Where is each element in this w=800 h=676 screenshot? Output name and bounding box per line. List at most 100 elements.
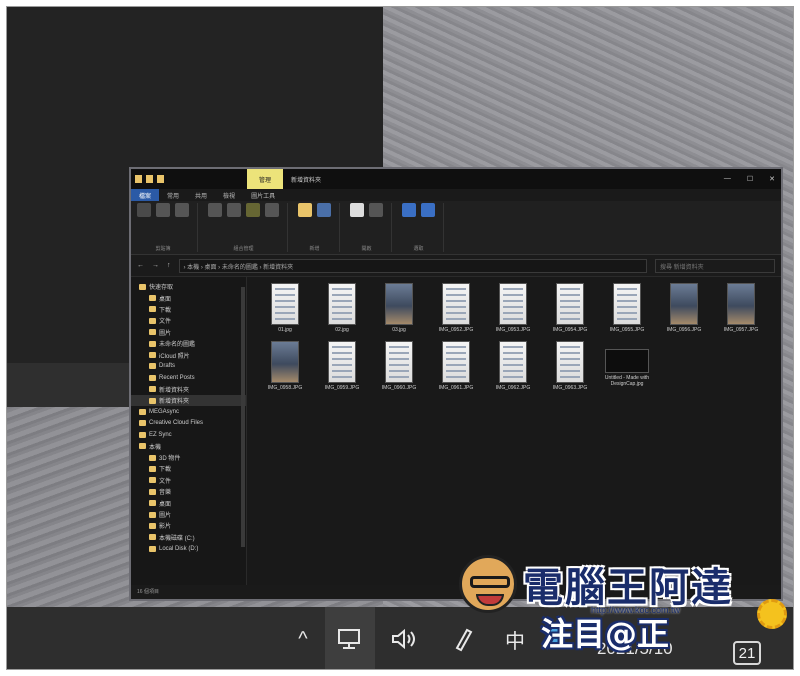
network-icon[interactable] <box>325 607 375 669</box>
nav-item[interactable]: 本機磁碟 (C:) <box>131 532 246 543</box>
copy-to-icon[interactable] <box>227 203 241 217</box>
properties-icon[interactable] <box>350 203 364 217</box>
ribbon-group-label: 新增 <box>309 246 320 252</box>
folder-icon <box>149 363 156 370</box>
input-method-indicator[interactable]: 中 <box>495 607 535 669</box>
new-folder-icon[interactable] <box>298 203 312 217</box>
select-none-icon[interactable] <box>421 203 435 217</box>
select-all-icon[interactable] <box>402 203 416 217</box>
file-item[interactable]: IMG_0962.JPG <box>489 341 537 391</box>
quick-access-icon[interactable] <box>157 175 164 183</box>
nav-item[interactable]: 桌面 <box>131 497 246 508</box>
notification-badge[interactable]: 21 <box>733 641 761 665</box>
nav-item[interactable]: 下載 <box>131 304 246 315</box>
file-item[interactable]: IMG_0959.JPG <box>318 341 366 391</box>
paste-icon[interactable] <box>175 203 189 217</box>
file-thumbnail <box>727 283 755 325</box>
nav-item[interactable]: Creative Cloud Files <box>131 418 246 429</box>
manage-badge[interactable]: 管理 <box>247 169 283 189</box>
tab-picture-tools[interactable]: 圖片工具 <box>243 189 283 201</box>
nav-item[interactable]: Local Disk (D:) <box>131 543 246 554</box>
up-icon[interactable]: ↑ <box>167 262 171 269</box>
address-path[interactable]: › 本機 › 桌面 › 未命名的圖鑑 › 新增資料夾 <box>178 258 647 273</box>
open-icon[interactable] <box>369 203 383 217</box>
maximize-icon[interactable]: ☐ <box>747 175 753 183</box>
file-item[interactable]: IMG_0961.JPG <box>432 341 480 391</box>
file-item[interactable]: IMG_0958.JPG <box>261 341 309 391</box>
tab-home[interactable]: 常用 <box>159 189 187 201</box>
search-input[interactable]: 搜尋 新增資料夾 <box>655 258 775 273</box>
file-name: IMG_0953.JPG <box>495 327 531 333</box>
folder-icon <box>149 397 156 404</box>
file-item[interactable]: IMG_0954.JPG <box>546 283 594 333</box>
new-item-icon[interactable] <box>317 203 331 217</box>
clipboard-icon[interactable] <box>547 627 565 643</box>
file-item[interactable]: IMG_0953.JPG <box>489 283 537 333</box>
show-hidden-icons-chevron[interactable]: ^ <box>283 607 323 669</box>
file-item[interactable]: IMG_0952.JPG <box>432 283 480 333</box>
taskbar: ^ 中 2021/5/10 21 <box>7 607 793 669</box>
nav-item-label: Local Disk (D:) <box>159 545 199 552</box>
folder-icon <box>149 477 156 484</box>
nav-item-label: 圖片 <box>159 330 172 337</box>
file-item[interactable]: IMG_0957.JPG <box>717 283 765 333</box>
pin-icon[interactable] <box>137 203 151 217</box>
file-item[interactable]: IMG_0956.JPG <box>660 283 708 333</box>
nav-item[interactable]: EZ Sync <box>131 429 246 440</box>
volume-icon[interactable] <box>383 607 423 669</box>
copy-icon[interactable] <box>156 203 170 217</box>
nav-item[interactable]: 新增資料夾 <box>131 384 246 395</box>
file-name: IMG_0954.JPG <box>552 327 588 333</box>
nav-item[interactable]: 本機 <box>131 440 246 451</box>
file-item[interactable]: 01.jpg <box>261 283 309 333</box>
minimize-icon[interactable]: — <box>724 175 731 183</box>
nav-item[interactable]: 影片 <box>131 520 246 531</box>
pen-icon[interactable] <box>443 607 483 669</box>
nav-item[interactable]: Recent Posts <box>131 372 246 383</box>
ribbon-group-clipboard: 剪貼簿 <box>137 203 198 252</box>
nav-scrollbar[interactable] <box>241 287 245 547</box>
tab-view[interactable]: 檢視 <box>215 189 243 201</box>
nav-item-label: 新增資料夾 <box>159 387 190 394</box>
file-item[interactable]: IMG_0955.JPG <box>603 283 651 333</box>
file-item[interactable]: 03.jpg <box>375 283 423 333</box>
tab-file[interactable]: 檔案 <box>131 189 160 201</box>
nav-item[interactable]: 未命名的圖鑑 <box>131 338 246 349</box>
file-name: 01.jpg <box>278 327 292 333</box>
nav-item[interactable]: 新增資料夾 <box>131 394 246 407</box>
file-name: IMG_0960.JPG <box>381 385 417 391</box>
folder-icon <box>139 283 146 290</box>
nav-item[interactable]: MEGAsync <box>131 406 246 417</box>
nav-item[interactable]: 圖片 <box>131 509 246 520</box>
file-item[interactable]: IMG_0963.JPG <box>546 341 594 391</box>
move-to-icon[interactable] <box>208 203 222 217</box>
ribbon-group-select: 選取 <box>402 203 444 252</box>
quick-access-icon[interactable] <box>146 175 153 183</box>
file-item[interactable]: Untitled - Made with DesignCap.jpg <box>603 341 651 387</box>
rename-icon[interactable] <box>265 203 279 217</box>
file-thumbnail <box>385 341 413 383</box>
file-item[interactable]: IMG_0960.JPG <box>375 341 423 391</box>
nav-item[interactable]: 桌面 <box>131 292 246 303</box>
nav-item[interactable]: iCloud 照片 <box>131 349 246 360</box>
nav-item[interactable]: 下載 <box>131 463 246 474</box>
tab-share[interactable]: 共用 <box>187 189 215 201</box>
nav-item[interactable]: 3D 物件 <box>131 452 246 463</box>
ribbon-group-label: 剪貼簿 <box>155 246 171 252</box>
forward-icon[interactable]: → <box>152 262 159 269</box>
nav-item[interactable]: 文件 <box>131 475 246 486</box>
nav-item[interactable]: 快速存取 <box>131 281 246 292</box>
clock-date[interactable]: 2021/5/10 <box>597 639 673 659</box>
nav-item[interactable]: 圖片 <box>131 327 246 338</box>
back-icon[interactable]: ← <box>137 262 144 269</box>
wallpaper-band <box>7 363 137 407</box>
nav-item[interactable]: Drafts <box>131 361 246 372</box>
close-icon[interactable]: ✕ <box>769 175 775 183</box>
nav-item-label: 文件 <box>159 319 172 326</box>
nav-item[interactable]: 文件 <box>131 315 246 326</box>
file-thumbnail <box>605 349 649 373</box>
file-thumbnail <box>385 283 413 325</box>
nav-item[interactable]: 音樂 <box>131 486 246 497</box>
file-item[interactable]: 02.jpg <box>318 283 366 333</box>
delete-icon[interactable] <box>246 203 260 217</box>
